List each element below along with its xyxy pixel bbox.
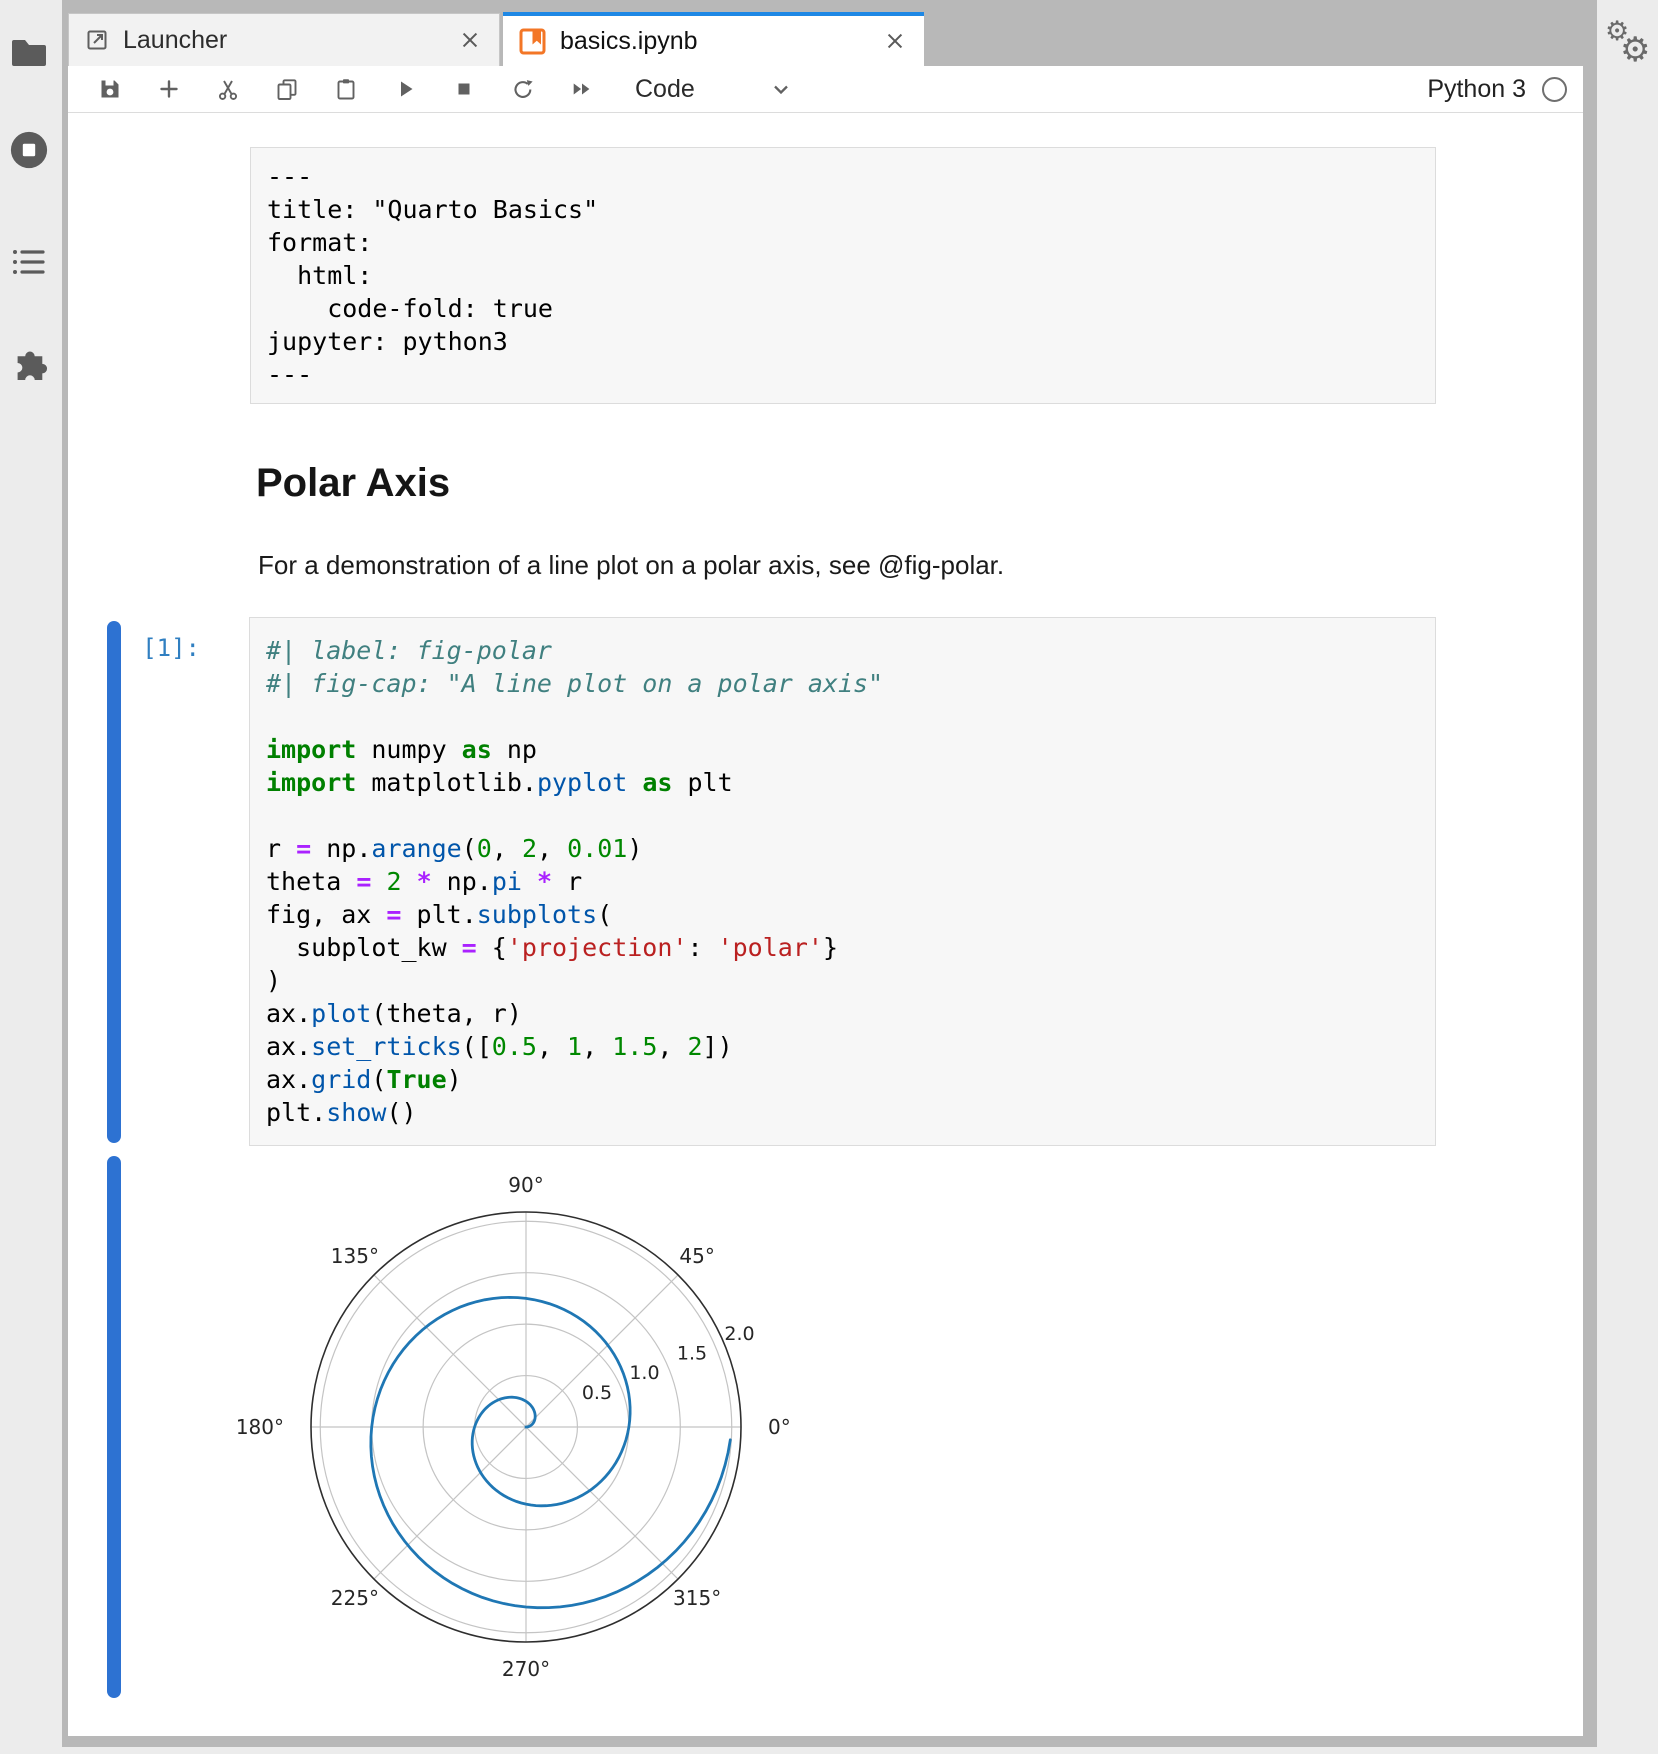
code-cell-code: #| label: fig-polar#| fig-cap: "A line p… <box>266 634 1419 1129</box>
svg-text:90°: 90° <box>508 1173 543 1197</box>
jupyterlab-window: Launcher basics.ipynb <box>62 0 1597 1747</box>
svg-text:2.0: 2.0 <box>724 1323 754 1345</box>
run-cell-button[interactable] <box>393 77 417 101</box>
raw-cell-code: ---title: "Quarto Basics"format: html: c… <box>267 160 1419 391</box>
notebook-content: ---title: "Quarto Basics"format: html: c… <box>68 113 1583 1736</box>
notebook-panel: Code Python 3 ---title: "Quarto Basics"f… <box>68 66 1583 1736</box>
settings-gears-icon[interactable]: ⚙ ⚙ <box>1603 14 1655 72</box>
svg-text:1.5: 1.5 <box>677 1343 707 1365</box>
save-button[interactable] <box>98 77 122 101</box>
svg-text:225°: 225° <box>331 1586 379 1610</box>
raw-cell-yaml[interactable]: ---title: "Quarto Basics"format: html: c… <box>250 147 1436 404</box>
polar-plot: 0° 45° 90° 135° 180° 225° 270° 315° 0.5 1.0 1.5 2.0 <box>216 1152 836 1712</box>
copy-cells-button[interactable] <box>275 77 299 101</box>
restart-kernel-button[interactable] <box>511 77 535 101</box>
notebook-toolbar: Code Python 3 <box>68 66 1583 113</box>
svg-text:0.5: 0.5 <box>582 1382 612 1404</box>
svg-text:1.0: 1.0 <box>629 1362 659 1384</box>
code-cell-input[interactable]: #| label: fig-polar#| fig-cap: "A line p… <box>249 617 1436 1146</box>
markdown-heading: Polar Axis <box>256 461 450 506</box>
tab-launcher-label: Launcher <box>123 26 227 55</box>
cell-type-dropdown[interactable]: Code <box>635 75 793 104</box>
svg-text:135°: 135° <box>331 1244 379 1268</box>
paste-cells-button[interactable] <box>334 77 358 101</box>
interrupt-kernel-button[interactable] <box>452 77 476 101</box>
cut-cells-button[interactable] <box>216 77 240 101</box>
tab-launcher[interactable]: Launcher <box>68 13 500 66</box>
insert-cell-button[interactable] <box>157 77 181 101</box>
screen: ⚙ ⚙ Launcher <box>0 0 1658 1754</box>
kernel-status-icon[interactable] <box>1542 77 1567 102</box>
tab-notebook-label: basics.ipynb <box>560 27 698 56</box>
tab-notebook[interactable]: basics.ipynb <box>503 12 924 66</box>
svg-text:180°: 180° <box>236 1415 284 1439</box>
cell-type-value: Code <box>635 75 695 104</box>
kernel-name[interactable]: Python 3 <box>1427 75 1526 104</box>
svg-text:315°: 315° <box>673 1586 721 1610</box>
input-collapser[interactable] <box>107 621 121 1143</box>
svg-text:0°: 0° <box>768 1415 791 1439</box>
activity-bar <box>0 0 62 1754</box>
tab-notebook-close-icon[interactable] <box>882 28 908 54</box>
execution-count: [1]: <box>128 634 200 662</box>
output-collapser[interactable] <box>107 1156 121 1698</box>
svg-text:270°: 270° <box>502 1657 550 1681</box>
restart-run-all-button[interactable] <box>570 77 594 101</box>
launcher-icon <box>85 28 109 52</box>
svg-text:45°: 45° <box>679 1244 714 1268</box>
running-kernels-icon[interactable] <box>9 128 49 172</box>
table-of-contents-icon[interactable] <box>9 240 49 284</box>
tab-bar: Launcher basics.ipynb <box>68 12 1583 66</box>
extensions-icon[interactable] <box>9 340 49 384</box>
tab-launcher-close-icon[interactable] <box>457 27 483 53</box>
chevron-down-icon <box>769 77 793 101</box>
markdown-paragraph: For a demonstration of a line plot on a … <box>258 550 1004 581</box>
notebook-file-icon <box>519 28 546 55</box>
file-browser-icon[interactable] <box>9 30 49 74</box>
